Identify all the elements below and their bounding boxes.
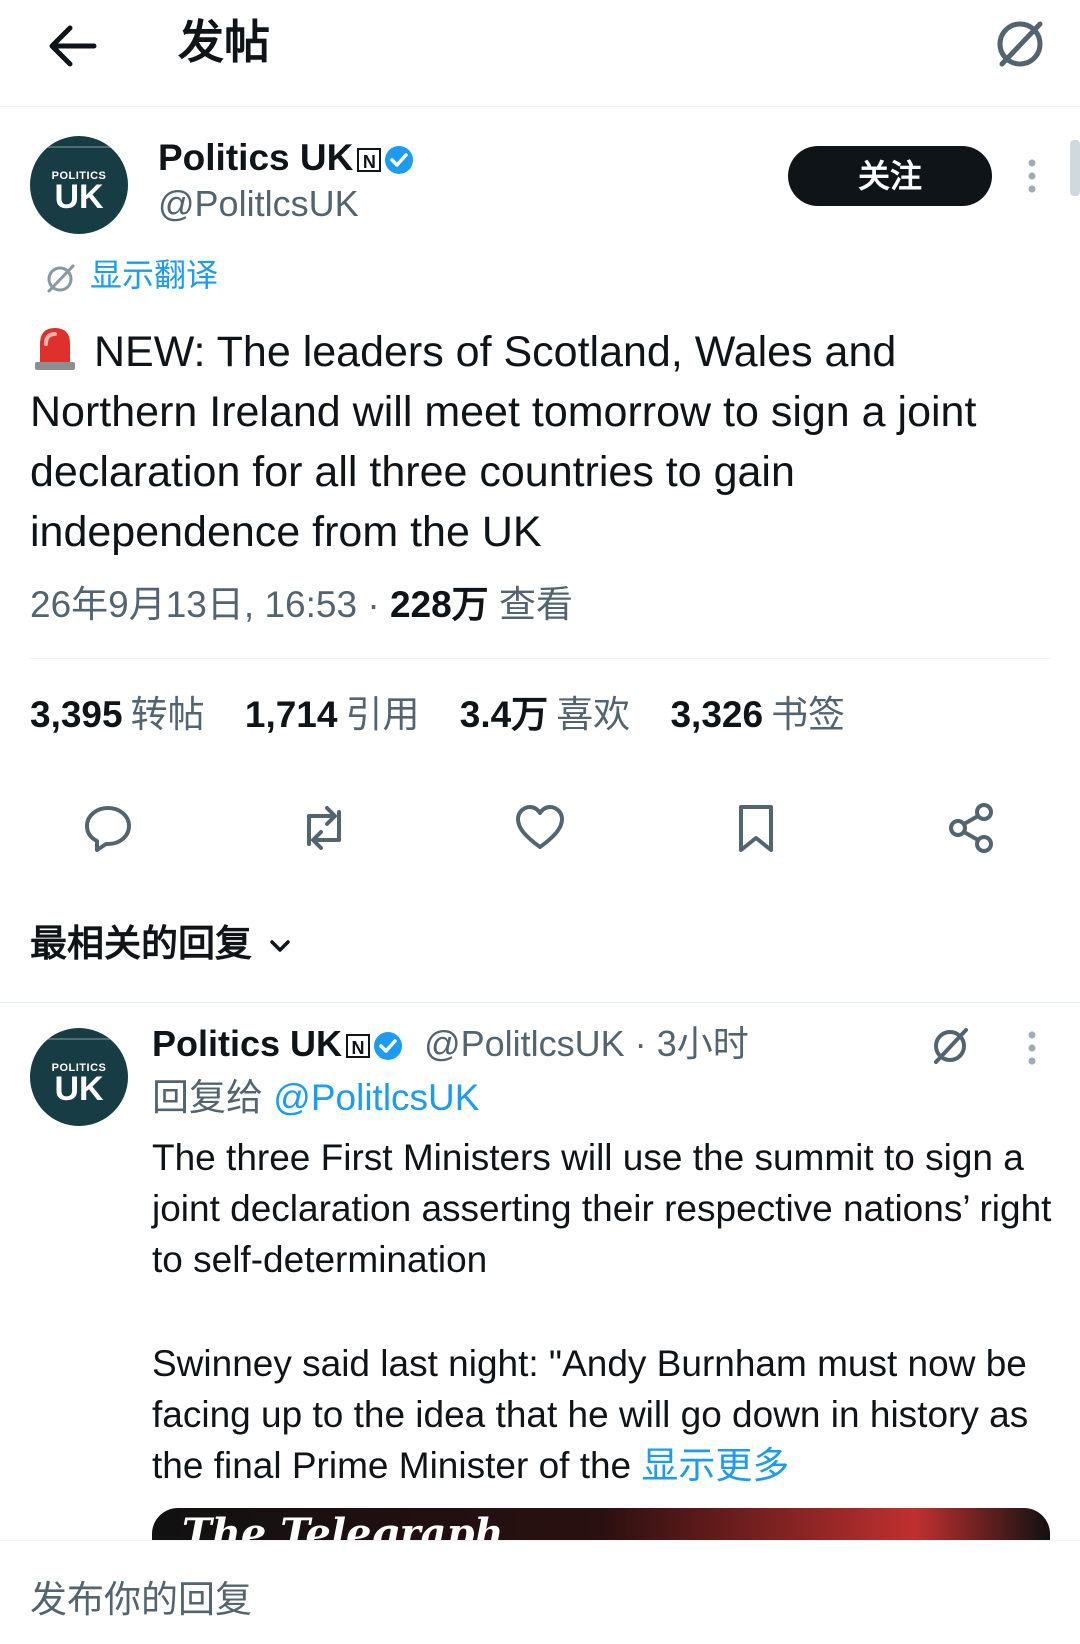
translate-icon[interactable] bbox=[990, 12, 1052, 74]
retweet-icon[interactable] bbox=[296, 800, 352, 856]
news-badge: N bbox=[346, 1034, 371, 1059]
reply-to-prefix: 回复给 bbox=[152, 1077, 263, 1118]
stat-quotes[interactable]: 1,714 引用 bbox=[245, 690, 420, 740]
author-avatar[interactable]: POLITICS UK bbox=[30, 136, 128, 234]
bookmark-icon[interactable] bbox=[728, 800, 784, 856]
reply-display-name[interactable]: Politics UK bbox=[152, 1023, 342, 1064]
show-more-link[interactable]: 显示更多 bbox=[641, 1445, 789, 1486]
reply-to-handle-link[interactable]: @PolitlcsUK bbox=[273, 1077, 479, 1118]
separator-dot: · bbox=[634, 1023, 647, 1064]
more-options-icon[interactable] bbox=[1026, 158, 1038, 194]
reply-to-line: 回复给 @PolitlcsUK bbox=[152, 1072, 1057, 1123]
reply-input[interactable]: 发布你的回复 bbox=[30, 1575, 252, 1625]
police-light-emoji-icon bbox=[35, 328, 75, 370]
translate-icon bbox=[47, 264, 75, 293]
views-label: 查看 bbox=[498, 584, 573, 625]
verified-badge-icon bbox=[374, 1032, 403, 1061]
author-display-name[interactable]: Politics UK bbox=[158, 137, 353, 178]
tweet-timestamp[interactable]: 26年9月13日, 16:53 bbox=[30, 584, 357, 625]
chevron-down-icon bbox=[270, 940, 290, 952]
like-icon[interactable] bbox=[512, 800, 568, 856]
author-name-row[interactable]: Politics UK N bbox=[158, 136, 415, 180]
translate-icon[interactable] bbox=[928, 1022, 974, 1068]
show-translation-link[interactable]: 显示翻译 bbox=[44, 252, 218, 298]
share-icon[interactable] bbox=[944, 800, 1000, 856]
views-count: 228万 bbox=[389, 584, 489, 625]
verified-badge-icon bbox=[385, 146, 414, 175]
reply-icon[interactable] bbox=[80, 800, 136, 856]
follow-button[interactable]: 关注 bbox=[788, 146, 992, 206]
reply-avatar[interactable]: POLITICS UK bbox=[30, 1028, 128, 1126]
show-translation-label[interactable]: 显示翻译 bbox=[90, 257, 218, 293]
back-arrow-icon[interactable] bbox=[44, 16, 104, 76]
top-bar bbox=[0, 0, 1080, 107]
more-options-icon[interactable] bbox=[1026, 1030, 1038, 1066]
timestamp-row: 26年9月13日, 16:53 · 228万 查看 bbox=[30, 580, 573, 630]
engagement-stats: 3,395 转帖 1,714 引用 3.4万 喜欢 3,326 书签 bbox=[30, 690, 875, 740]
replies-sort-label[interactable]: 最相关的回复 bbox=[30, 923, 252, 964]
replies-sort-dropdown[interactable]: 最相关的回复 bbox=[30, 918, 294, 970]
reply-handle[interactable]: @PolitlcsUK bbox=[424, 1023, 625, 1064]
reply-paragraph-1: The three First Ministers will use the s… bbox=[152, 1137, 1052, 1280]
author-handle[interactable]: @PolitlcsUK bbox=[158, 182, 359, 226]
reply-time: 3小时 bbox=[656, 1023, 749, 1064]
divider bbox=[30, 658, 1050, 659]
tweet-text: NEW: The leaders of Scotland, Wales and … bbox=[30, 322, 1050, 562]
stat-likes[interactable]: 3.4万 喜欢 bbox=[460, 690, 630, 740]
reply-paragraph-2-text: Swinney said last night: "Andy Burnham m… bbox=[152, 1343, 1029, 1486]
reply-paragraph-2: Swinney said last night: "Andy Burnham m… bbox=[152, 1338, 1057, 1491]
reply-header-row: Politics UK N @PolitlcsUK · 3小时 bbox=[152, 1022, 749, 1066]
page-title: 发帖 bbox=[178, 16, 270, 68]
section-divider bbox=[0, 1002, 1080, 1003]
news-badge: N bbox=[357, 148, 382, 173]
stat-bookmarks[interactable]: 3,326 书签 bbox=[670, 690, 845, 740]
separator-dot: · bbox=[367, 584, 380, 625]
scrollbar-thumb[interactable] bbox=[1070, 140, 1080, 196]
stat-retweets[interactable]: 3,395 转帖 bbox=[30, 690, 205, 740]
tweet-body-text: NEW: The leaders of Scotland, Wales and … bbox=[30, 328, 977, 556]
